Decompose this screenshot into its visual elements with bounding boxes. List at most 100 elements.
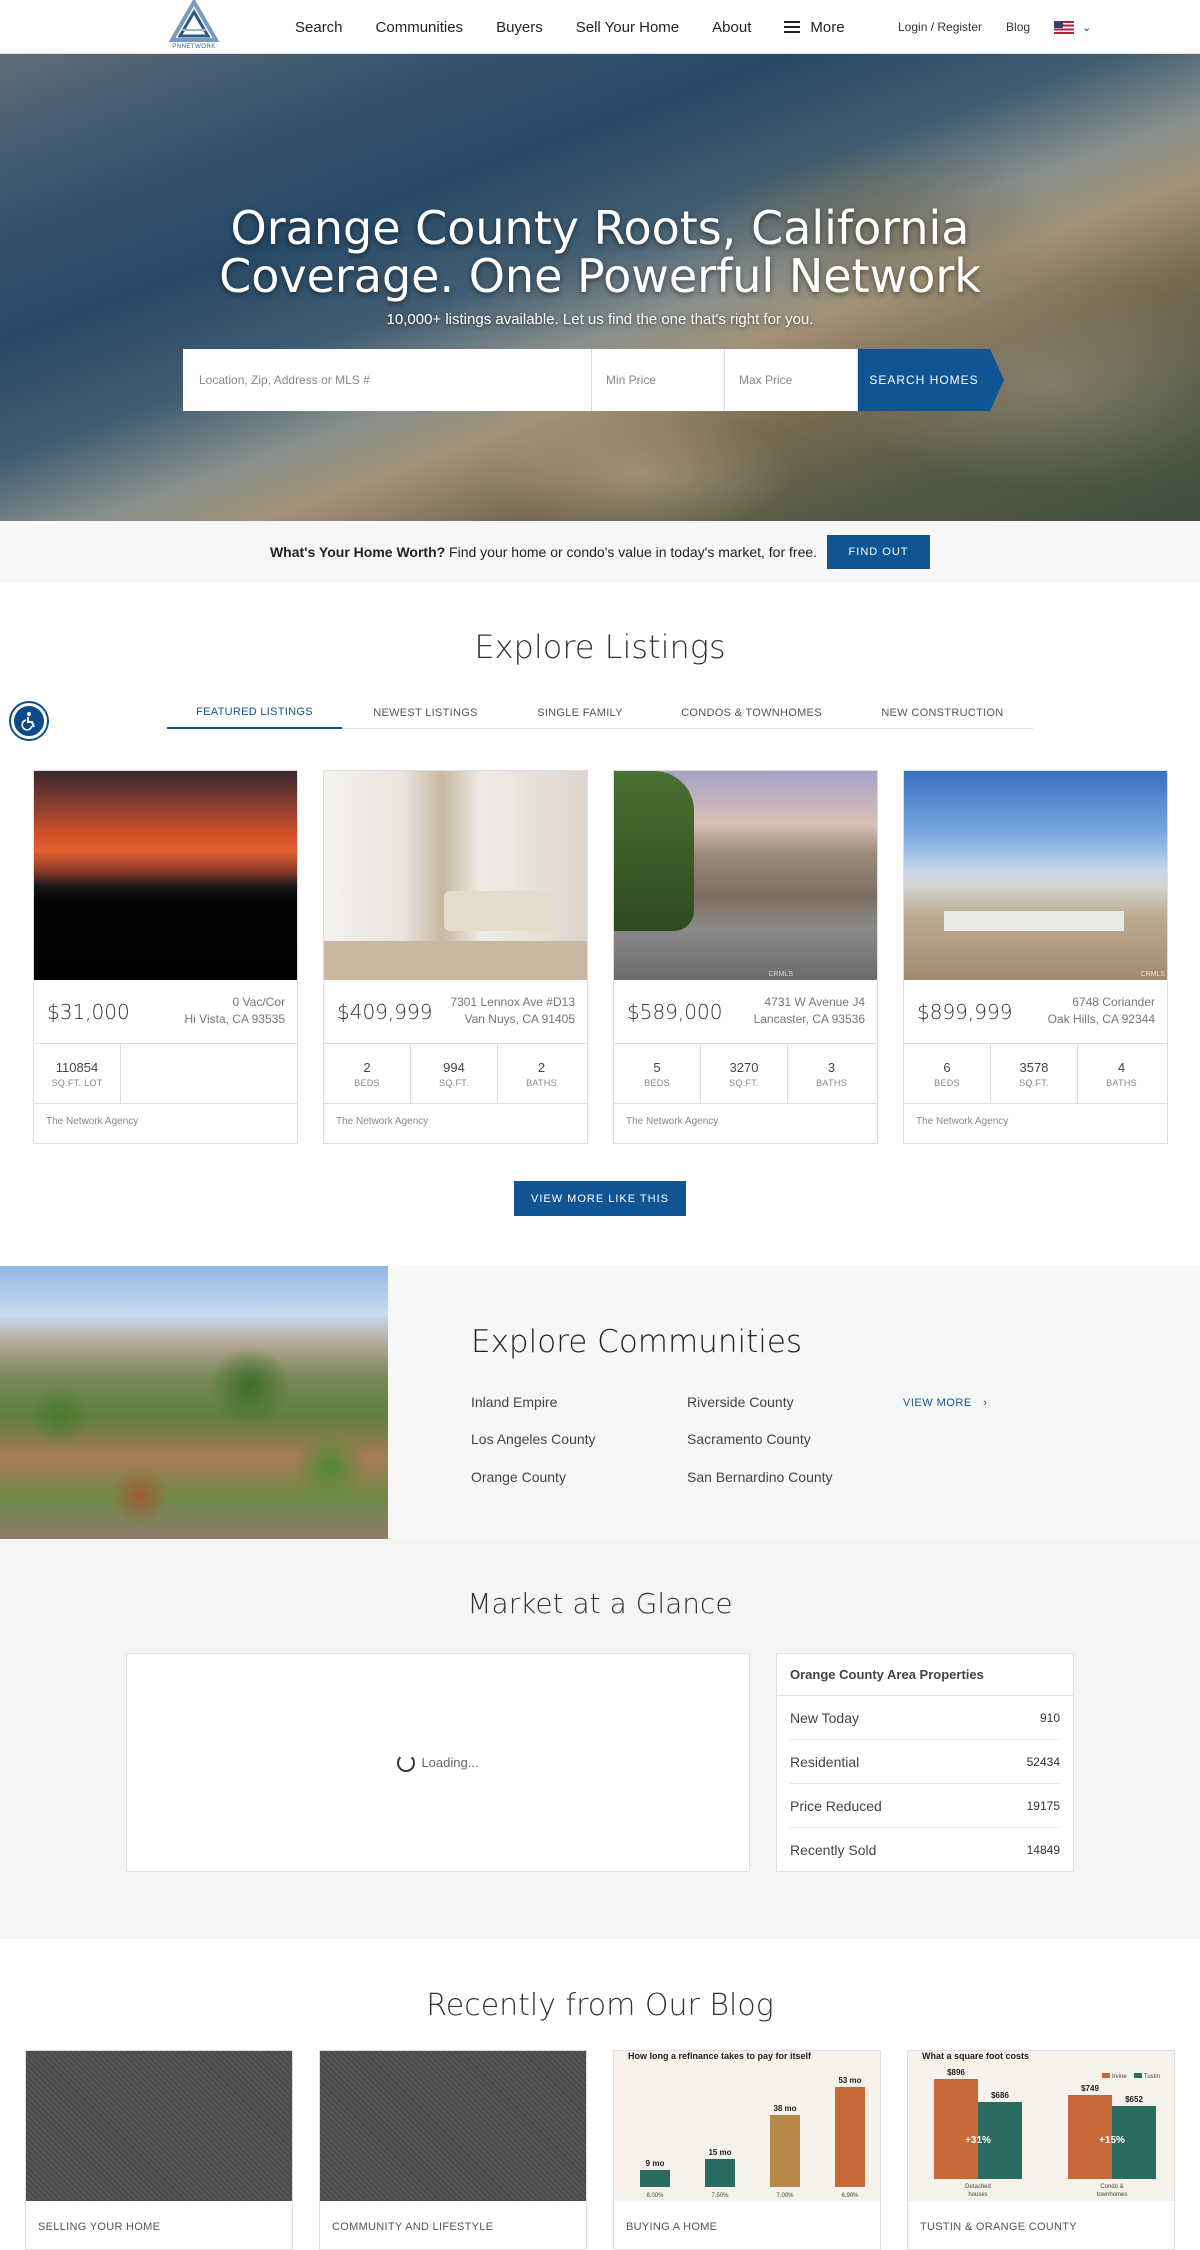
listing-card[interactable]: CRMLS $409,999 7301 Lennox Ave #D13 Van …: [323, 770, 588, 1144]
blog-chart-axis-label: 7.00%: [776, 2193, 794, 2199]
us-flag-icon[interactable]: [1054, 20, 1075, 34]
blog-chart-category-label: Condo & townhomes: [1096, 2184, 1128, 2198]
find-out-button[interactable]: FIND OUT: [827, 535, 931, 569]
listing-card[interactable]: $31,000 0 Vac/Cor Hi Vista, CA 93535 110…: [33, 770, 298, 1144]
min-price-input[interactable]: [592, 349, 725, 411]
accessibility-icon[interactable]: [11, 703, 47, 739]
listing-price: $589,000: [627, 1000, 723, 1024]
nav-buyers[interactable]: Buyers: [496, 19, 543, 36]
tab-featured-listings[interactable]: FEATURED LISTINGS: [167, 696, 342, 729]
blog-card[interactable]: SELLING YOUR HOME: [25, 2050, 293, 2250]
blog-chart-percent-label: +31%: [965, 2135, 991, 2146]
blog-chart-category-label: Detached houses: [965, 2184, 991, 2198]
listing-photo[interactable]: CRMLS: [614, 771, 877, 980]
listing-price: $899,999: [917, 1000, 1013, 1024]
max-price-input[interactable]: [725, 349, 858, 411]
header-utilities: Login / Register Blog ⌄: [898, 0, 1091, 54]
listing-info: $409,999 7301 Lennox Ave #D13 Van Nuys, …: [324, 980, 587, 1044]
market-row[interactable]: Residential 52434: [790, 1740, 1060, 1784]
listing-agency: The Network Agency: [46, 1116, 139, 1127]
listing-address: 6748 Coriander Oak Hills, CA 92344: [1047, 995, 1155, 1026]
market-row[interactable]: Price Reduced 19175: [790, 1784, 1060, 1828]
nav-sell-your-home[interactable]: Sell Your Home: [576, 19, 679, 36]
tab-newest-listings[interactable]: NEWEST LISTINGS: [342, 696, 509, 729]
tab-condos-townhomes[interactable]: CONDOS & TOWNHOMES: [651, 696, 852, 729]
listing-address: 0 Vac/Cor Hi Vista, CA 93535: [184, 995, 285, 1026]
market-row[interactable]: Recently Sold 14849: [790, 1828, 1060, 1872]
community-link[interactable]: Los Angeles County: [471, 1431, 596, 1447]
blog-card[interactable]: How long a refinance takes to pay for it…: [613, 2050, 881, 2250]
hamburger-icon: [784, 21, 801, 33]
blog-chart-bar-label: 9 mo: [645, 2159, 665, 2169]
blog-chart-bar: [705, 2158, 735, 2187]
listing-price: $31,000: [47, 1000, 130, 1024]
logo-mark-icon: [168, 0, 220, 42]
blog-category: COMMUNITY AND LIFESTYLE: [332, 2221, 494, 2233]
blog-link[interactable]: Blog: [1006, 20, 1030, 34]
communities-view-more-link[interactable]: VIEW MORE ›: [903, 1397, 987, 1409]
listing-agency: The Network Agency: [626, 1116, 719, 1127]
chevron-down-icon[interactable]: ⌄: [1082, 21, 1091, 34]
hero-section: Orange County Roots, California Coverage…: [0, 54, 1200, 521]
community-link[interactable]: Sacramento County: [687, 1431, 811, 1447]
nav-communities[interactable]: Communities: [376, 19, 464, 36]
blog-photo[interactable]: [320, 2051, 586, 2201]
market-title: Market at a Glance: [467, 1587, 733, 1620]
blog-category: TUSTIN & ORANGE COUNTY: [920, 2221, 1077, 2233]
search-input[interactable]: [183, 349, 592, 411]
blog-card[interactable]: What a square foot costs Irvine Tustin $…: [907, 2050, 1175, 2250]
community-link[interactable]: Riverside County: [687, 1394, 794, 1410]
blog-chart-bar: [835, 2087, 865, 2187]
stat-baths: 2 BATHS: [526, 1060, 557, 1088]
blog-chart-bar: [770, 2115, 800, 2187]
blog-chart-bar-label: 38 mo: [773, 2104, 797, 2114]
blog-chart-image[interactable]: What a square foot costs Irvine Tustin $…: [908, 2051, 1174, 2201]
stat-beds: 6 BEDS: [904, 1044, 991, 1104]
listing-card[interactable]: CRMLS $589,000 4731 W Avenue J4 Lancaste…: [613, 770, 878, 1144]
listing-stats: 110854 SQ.FT. LOT: [34, 1044, 297, 1104]
listing-photo[interactable]: CRMLS: [324, 771, 587, 980]
market-stats-panel: Orange County Area Properties New Today 9…: [776, 1653, 1074, 1872]
blog-chart-bar-label: 53 mo: [838, 2076, 862, 2085]
stat-beds: 2 BEDS: [324, 1044, 411, 1104]
view-more-like-this-button[interactable]: VIEW MORE LIKE THIS: [514, 1181, 686, 1216]
blog-chart-bar: [640, 2170, 670, 2187]
nav-search[interactable]: Search: [295, 19, 343, 36]
main-nav: Search Communities Buyers Sell Your Home…: [295, 0, 845, 54]
home-worth-banner: What's Your Home Worth? Find your home o…: [0, 521, 1200, 583]
listing-price: $409,999: [337, 1000, 433, 1024]
search-homes-button[interactable]: SEARCH HOMES: [858, 349, 1004, 411]
nav-more[interactable]: More: [784, 19, 845, 36]
listing-stats: 5 BEDS 3270 SQ.FT. 3 BATHS: [614, 1044, 877, 1104]
hero-subtitle: 10,000+ listings available. Let us find …: [386, 311, 814, 328]
blog-category: SELLING YOUR HOME: [38, 2221, 161, 2233]
stat-baths: 3 BATHS: [816, 1060, 847, 1088]
market-section: Market at a Glance Loading... Orange Cou…: [0, 1539, 1200, 1939]
tab-single-family[interactable]: SINGLE FAMILY: [509, 696, 651, 729]
stat-baths: 4 BATHS: [1106, 1060, 1137, 1088]
legend-swatch: [1134, 2073, 1143, 2078]
login-register-link[interactable]: Login / Register: [898, 20, 982, 34]
site-logo[interactable]: PNNETWORK: [168, 0, 220, 54]
market-row[interactable]: New Today 910: [790, 1696, 1060, 1740]
community-link[interactable]: San Bernardino County: [687, 1469, 833, 1485]
listing-cards: $31,000 0 Vac/Cor Hi Vista, CA 93535 110…: [33, 770, 1168, 1144]
blog-photo[interactable]: [26, 2051, 292, 2201]
listing-stats: 6 BEDS 3578 SQ.FT. 4 BATHS: [904, 1044, 1167, 1104]
community-link[interactable]: Orange County: [471, 1469, 566, 1485]
hero-title: Orange County Roots, California Coverage…: [219, 201, 981, 303]
blog-title: Recently from Our Blog: [426, 1988, 774, 2023]
community-link[interactable]: Inland Empire: [471, 1394, 557, 1410]
blog-card[interactable]: COMMUNITY AND LIFESTYLE: [319, 2050, 587, 2250]
tab-new-construction[interactable]: NEW CONSTRUCTION: [852, 696, 1033, 729]
listing-photo[interactable]: CRMLS: [904, 771, 1167, 980]
blog-chart-image[interactable]: How long a refinance takes to pay for it…: [614, 2051, 880, 2201]
nav-about[interactable]: About: [712, 19, 751, 36]
blog-chart-axis-label: 7.50%: [711, 2193, 729, 2199]
listing-card[interactable]: CRMLS $899,999 6748 Coriander Oak Hills,…: [903, 770, 1168, 1144]
blog-cards: SELLING YOUR HOME COMMUNITY AND LIFESTYL…: [25, 2050, 1175, 2250]
stat-sqft: 3578 SQ.FT.: [991, 1044, 1078, 1104]
listing-photo[interactable]: [34, 771, 297, 980]
communities-photo: [0, 1266, 388, 1539]
listing-info: $899,999 6748 Coriander Oak Hills, CA 92…: [904, 980, 1167, 1044]
